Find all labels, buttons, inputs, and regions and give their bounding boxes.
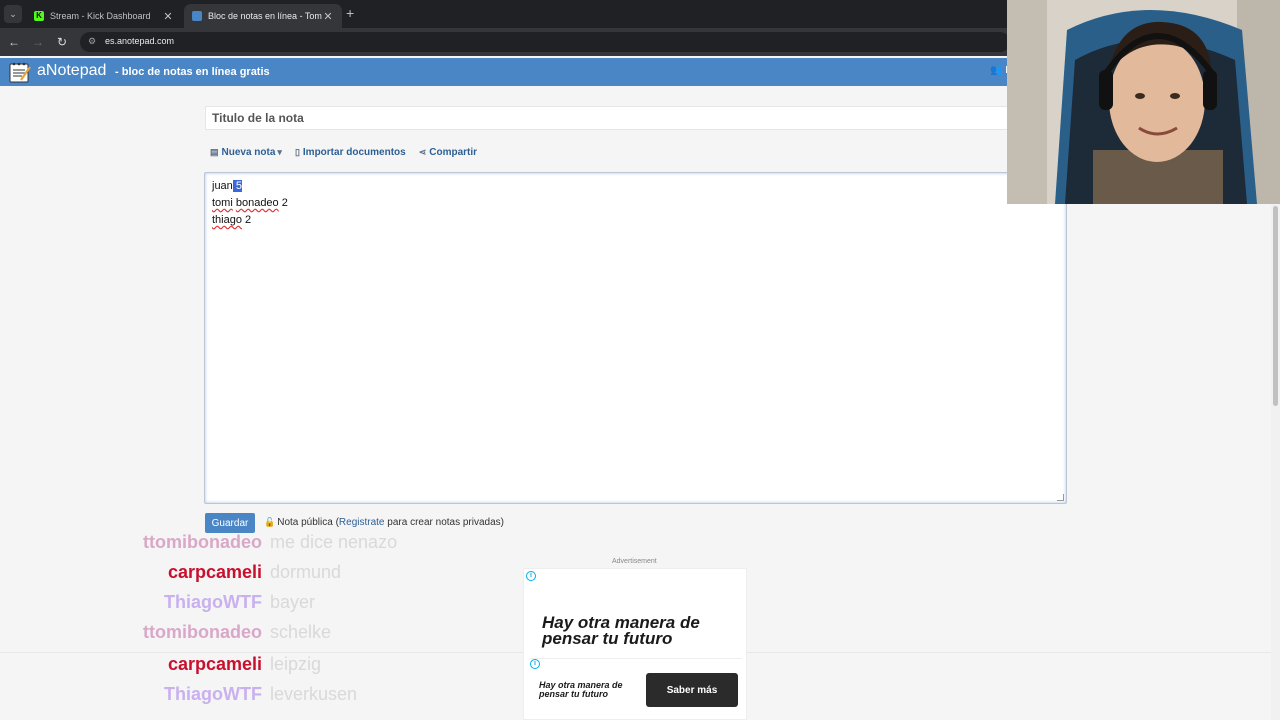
tab-title: Bloc de notas en línea - Toma y (208, 11, 322, 21)
share-button[interactable]: ⋖ Compartir (419, 147, 477, 158)
chat-message: ttomibonadeo me dice nenazo (0, 527, 397, 557)
chat-message: ThiagoWTF leverkusen (0, 679, 357, 709)
chat-username: ThiagoWTF (164, 683, 262, 704)
chat-username: ttomibonadeo (143, 531, 262, 552)
forward-arrow-icon[interactable]: → (30, 34, 46, 50)
close-tab-icon[interactable]: ✕ (162, 10, 174, 23)
note-text: juan (212, 180, 233, 192)
note-text: thiago (212, 214, 242, 226)
caret-down-icon: ▾ (277, 146, 282, 157)
address-url[interactable]: es.anotepad.com (105, 36, 174, 46)
ad-card-text: Hay otra manera de pensar tu futuro (539, 680, 623, 699)
ad-cta-button[interactable]: Saber más (646, 673, 738, 707)
note-line: tomi bonadeo 2 (212, 195, 1059, 212)
import-label: Importar documentos (302, 146, 406, 158)
privacy-text: para crear notas privadas) (384, 517, 505, 528)
chat-text: leverkusen (270, 683, 358, 704)
note-line: juan 5 (212, 178, 1059, 195)
note-text: tomi (212, 197, 233, 209)
ad-card[interactable]: i Hay otra manera de pensar tu futuro Sa… (530, 658, 742, 718)
site-info-icon[interactable]: ⚙ (88, 36, 99, 47)
ad-info-icon[interactable]: i (530, 659, 540, 669)
chat-message: ttomibonadeo schelke (0, 617, 331, 647)
resize-handle-icon[interactable] (1057, 494, 1064, 501)
note-title-input[interactable] (205, 106, 1067, 130)
site-brand[interactable]: aNotepad (37, 62, 106, 80)
chat-username: ttomibonadeo (143, 621, 262, 642)
unlock-icon: 🔓 (264, 517, 276, 527)
chat-text: leipzig (270, 653, 322, 674)
note-line: thiago 2 (212, 212, 1059, 229)
address-bar[interactable]: ⚙ es.anotepad.com (80, 32, 1010, 52)
import-documents-button[interactable]: ▯ Importar documentos (295, 147, 406, 158)
chat-text: bayer (270, 591, 316, 612)
chat-text: schelke (270, 621, 332, 642)
note-content-textarea[interactable]: juan 5 tomi bonadeo 2 thiago 2 (204, 172, 1067, 504)
chat-username: ThiagoWTF (164, 591, 262, 612)
note-text: 2 (245, 214, 252, 226)
tab-title: Stream - Kick Dashboard (50, 11, 151, 21)
tab-search-button[interactable]: ⌄ (4, 5, 22, 23)
chat-text: dormund (270, 561, 342, 582)
new-note-dropdown[interactable]: ▤ Nueva nota ▾ (210, 147, 282, 158)
new-note-label: Nueva nota (221, 146, 276, 158)
file-icon: ▯ (294, 146, 300, 157)
chat-message: ThiagoWTF bayer (0, 587, 315, 617)
anotepad-favicon-icon (192, 11, 202, 21)
stream-chat-overlay: ttomibonadeo me dice nenazo carpcameli dor… (0, 530, 520, 720)
streamer-webcam-image (1007, 0, 1280, 204)
notepad-logo-icon[interactable] (8, 61, 32, 83)
reload-icon[interactable]: ↻ (54, 34, 70, 50)
close-tab-icon[interactable]: ✕ (322, 10, 334, 23)
selected-text: 5 (232, 180, 242, 192)
document-icon: ▤ (210, 146, 219, 157)
note-text: bonadeo (235, 197, 279, 209)
kick-favicon-icon: K (34, 11, 44, 21)
back-arrow-icon[interactable]: ← (6, 34, 22, 50)
ad-headline: Hay otra manera de pensar tu futuro (542, 613, 700, 648)
new-tab-button[interactable]: + (346, 5, 354, 21)
tab-kick-dashboard[interactable]: K Stream - Kick Dashboard ✕ (26, 4, 182, 28)
tab-anotepad[interactable]: Bloc de notas en línea - Toma y ✕ (184, 4, 342, 28)
scrollbar-thumb[interactable] (1273, 206, 1278, 406)
chat-message: carpcameli dormund (0, 557, 341, 587)
note-actions: ▤ Nueva nota ▾ ▯ Importar documentos ⋖ C… (210, 145, 490, 159)
site-tagline: - bloc de notas en línea gratis (115, 66, 270, 78)
chat-username: carpcameli (167, 653, 262, 674)
share-icon: ⋖ (418, 146, 427, 157)
chat-text: me dice nenazo (270, 531, 398, 552)
ad-label: Advertisement (612, 558, 657, 565)
advertisement[interactable]: i Hay otra manera de pensar tu futuro i … (523, 568, 747, 720)
chat-username: carpcameli (167, 561, 262, 582)
chat-message: carpcameli leipzig (0, 649, 321, 679)
share-label: Compartir (429, 146, 478, 158)
ad-info-icon[interactable]: i (526, 571, 536, 581)
webcam-overlay (1007, 0, 1280, 204)
note-text: 2 (281, 197, 288, 209)
